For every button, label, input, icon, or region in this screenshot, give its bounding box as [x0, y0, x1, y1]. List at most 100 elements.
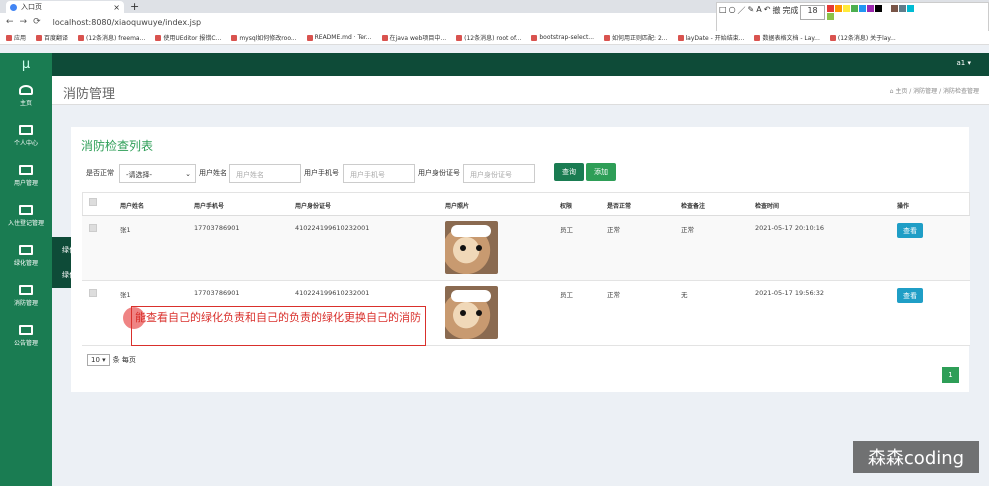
reload-icon[interactable]: ⟳ — [33, 17, 41, 27]
bookmark-label: layDate - 开始结束... — [685, 35, 745, 42]
browser-tab[interactable]: 入口页 × — [6, 1, 124, 13]
line-icon[interactable]: ／ — [738, 5, 746, 20]
cell-normal: 正常 — [607, 291, 620, 299]
sidebar-item-label: 绿化管理 — [13, 260, 38, 267]
cell-time: 2021-05-17 20:10:16 — [755, 224, 825, 232]
undo-label[interactable]: 撤 — [772, 5, 780, 20]
color-swatch[interactable] — [850, 5, 858, 12]
bookmark-item[interactable]: layDate - 开始结束... — [677, 33, 745, 42]
app-logo[interactable]: μ — [0, 53, 52, 76]
monitor-icon — [19, 245, 33, 255]
bookmark-label: (12条消息) freema... — [86, 35, 146, 42]
color-swatch[interactable] — [866, 5, 874, 12]
filter-normal-select[interactable]: -请选择- ⌄ — [119, 164, 196, 183]
url-text[interactable]: localhost:8080/xiaoquwuye/index.jsp — [53, 18, 201, 27]
col-normal: 是否正常 — [607, 203, 632, 210]
color-swatch[interactable] — [874, 5, 882, 12]
bookmark-item[interactable]: mysql如何修改roo... — [231, 33, 297, 42]
row-checkbox[interactable] — [89, 224, 97, 232]
bookmark-label: 在java web项目中... — [389, 35, 447, 42]
color-swatch[interactable] — [898, 5, 906, 12]
page-header: 消防管理 ⌂ 主页 / 消防管理 / 消防检查管理 — [52, 76, 989, 105]
circle-icon[interactable]: ○ — [729, 5, 736, 20]
bookmark-icon — [78, 34, 85, 41]
filter-name-input[interactable]: 用户姓名 — [229, 164, 301, 183]
sidebar: 主页 个人中心 用户管理 入住登记管理 绿化管理 消防管理 公告管理 — [0, 76, 52, 486]
bookmark-item[interactable]: bootstrap-select... — [531, 34, 594, 41]
filter-normal-label: 是否正常 — [86, 169, 114, 177]
bookmark-icon — [306, 34, 313, 41]
user-photo — [445, 221, 498, 274]
bookmark-icon — [829, 34, 836, 41]
query-button[interactable]: 查询 — [554, 163, 584, 181]
done-button[interactable]: 完成 — [782, 5, 798, 20]
bookmark-item[interactable]: 数据表格文档 - Lay... — [754, 33, 820, 42]
pen-icon[interactable]: ✎ — [748, 5, 755, 20]
sidebar-item-label: 用户管理 — [13, 180, 38, 187]
back-icon[interactable]: ← — [6, 17, 14, 27]
color-palette[interactable] — [826, 5, 917, 20]
bookmark-item[interactable]: 在java web项目中... — [381, 33, 447, 42]
view-button[interactable]: 查看 — [897, 288, 923, 303]
bookmark-item[interactable]: (12条消息) 关于lay... — [829, 33, 896, 42]
col-note: 检查备注 — [681, 203, 706, 210]
filter-id-input[interactable]: 用户身份证号 — [463, 164, 535, 183]
page-number-button[interactable]: 1 — [942, 367, 959, 383]
undo-icon[interactable]: ↶ — [764, 5, 771, 20]
font-size-select[interactable]: 18 — [800, 5, 825, 20]
bookmark-item[interactable]: 使用UEditor 报错C... — [155, 33, 221, 42]
select-all-checkbox[interactable] — [89, 198, 97, 206]
bookmark-item[interactable]: 如何用正则匹配: 2... — [604, 33, 668, 42]
color-swatch[interactable] — [890, 5, 898, 12]
cell-idno: 410224199610232001 — [295, 289, 370, 297]
bookmark-item[interactable]: README.md · Ter... — [306, 34, 372, 41]
sidebar-item-profile[interactable]: 个人中心 — [0, 116, 52, 156]
page-size-select[interactable]: 10 ▾ — [87, 354, 110, 366]
color-swatch[interactable] — [834, 5, 842, 12]
sidebar-item-fire[interactable]: 消防管理 — [0, 276, 52, 316]
breadcrumb[interactable]: ⌂ 主页 / 消防管理 / 消防检查管理 — [890, 86, 979, 95]
sidebar-item-notice[interactable]: 公告管理 — [0, 316, 52, 356]
add-button[interactable]: 添加 — [586, 163, 616, 181]
bookmark-item[interactable]: 百度翻译 — [36, 33, 68, 42]
bookmark-icon — [677, 34, 684, 41]
list-title: 消防检查列表 — [81, 139, 154, 153]
forward-icon[interactable]: → — [20, 17, 28, 27]
row-checkbox[interactable] — [89, 289, 97, 297]
col-photo: 用户照片 — [445, 203, 470, 210]
rect-icon[interactable]: □ — [719, 5, 727, 20]
sidebar-item-greening[interactable]: 绿化管理 — [0, 236, 52, 276]
bookmark-label: 百度翻译 — [44, 35, 69, 42]
filter-phone-label: 用户手机号 — [304, 169, 339, 177]
col-role: 权限 — [560, 203, 573, 210]
bookmark-item[interactable]: 应用 — [6, 33, 26, 42]
filter-phone-input[interactable]: 用户手机号 — [343, 164, 415, 183]
col-action: 操作 — [897, 203, 910, 210]
color-swatch[interactable] — [842, 5, 850, 12]
color-swatch[interactable] — [826, 13, 834, 20]
monitor-icon — [19, 205, 33, 215]
sidebar-item-home[interactable]: 主页 — [0, 76, 52, 116]
annotation-toolbar[interactable]: □ ○ ／ ✎ A ↶ 撤 完成 18 — [716, 2, 989, 34]
cell-note: 无 — [681, 291, 688, 299]
sidebar-item-checkin[interactable]: 入住登记管理 — [0, 196, 52, 236]
text-tool[interactable]: A — [756, 5, 761, 20]
page-title: 消防管理 — [63, 87, 116, 102]
color-swatch[interactable] — [826, 5, 834, 12]
color-swatch[interactable] — [882, 5, 890, 12]
tab-title: 入口页 — [21, 3, 42, 11]
watermark: 森森coding — [853, 441, 979, 473]
monitor-icon — [19, 165, 33, 175]
sidebar-item-label: 个人中心 — [13, 140, 38, 147]
user-menu[interactable]: a1 ▾ — [957, 59, 971, 67]
bookmark-item[interactable]: (12条消息) root of... — [456, 33, 521, 42]
new-tab-icon[interactable]: + — [130, 0, 139, 13]
favicon-icon — [10, 3, 17, 11]
col-time: 检查时间 — [755, 203, 780, 210]
color-swatch[interactable] — [906, 5, 914, 12]
view-button[interactable]: 查看 — [897, 223, 923, 238]
sidebar-item-users[interactable]: 用户管理 — [0, 156, 52, 196]
color-swatch[interactable] — [858, 5, 866, 12]
close-icon[interactable]: × — [113, 3, 120, 12]
bookmark-item[interactable]: (12条消息) freema... — [78, 33, 145, 42]
